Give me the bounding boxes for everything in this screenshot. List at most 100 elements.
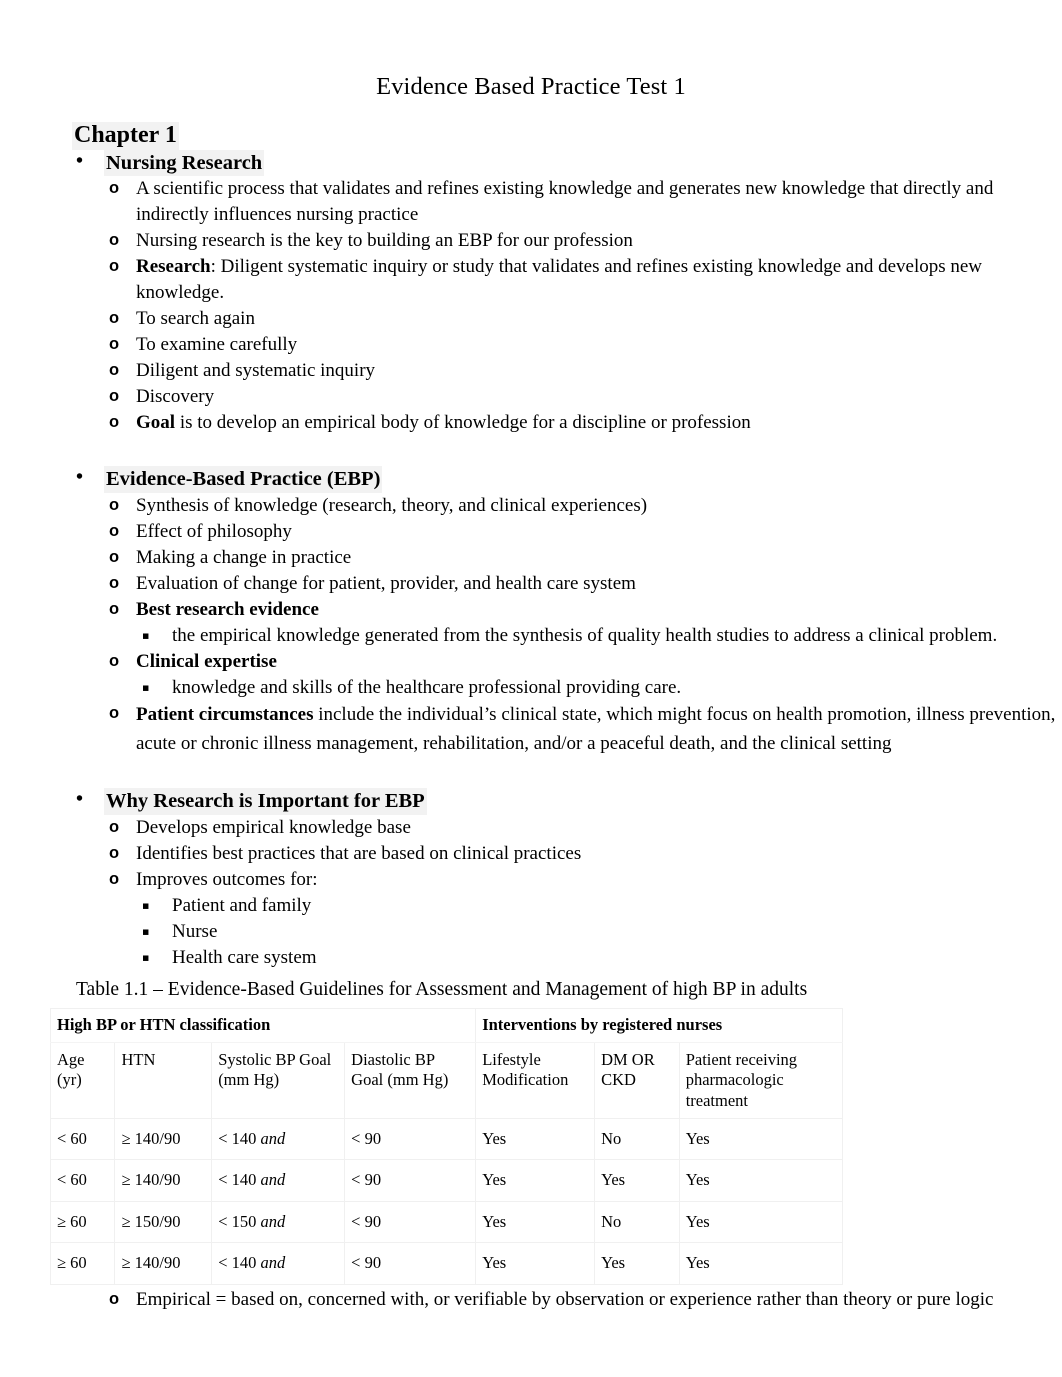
column-header-dm-ckd: DM OR CKD: [594, 1041, 680, 1119]
list-item-bold-lead: Best research evidence: [136, 599, 319, 620]
list-item: o Evaluation of change for patient, prov…: [104, 571, 1062, 597]
cell-age: < 60: [49, 1159, 116, 1202]
section-heading-ebp: • Evidence-Based Practice (EBP): [72, 466, 1062, 493]
chapter-heading-wrap: Chapter 1: [0, 102, 1062, 150]
cell-lifestyle: Yes: [475, 1117, 596, 1161]
bullet-o-icon: o: [109, 335, 120, 354]
cell-diastolic: < 90: [344, 1200, 477, 1244]
list-item-bold-lead: Research: [136, 256, 211, 278]
list-item-text: To search again: [136, 308, 255, 330]
column-header-dm-ckd-line1: DM OR: [601, 1049, 655, 1069]
column-header-dm-ckd-line2: CKD: [601, 1070, 636, 1090]
bullet-o-icon: o: [109, 704, 120, 723]
bullet-o-icon: o: [109, 817, 120, 836]
cell-diastolic: < 90: [344, 1117, 477, 1161]
bullet-o-icon: o: [109, 413, 120, 432]
cell-dm-ckd: No: [594, 1117, 680, 1161]
cell-systolic: < 140 and: [211, 1242, 346, 1285]
list-item-text: Identifies best practices that are based…: [136, 842, 582, 864]
column-header-pharmacologic-line1: Patient receiving: [685, 1049, 798, 1069]
list-item: o Goal is to develop an empirical body o…: [104, 410, 1062, 436]
list-item: o Research: Diligent systematic inquiry …: [104, 254, 1062, 306]
table-row: ≥ 60 ≥ 140/90 < 140 and < 90 Yes Yes Yes: [49, 1242, 844, 1285]
cell-systolic-value: < 140: [218, 1128, 257, 1148]
cell-systolic: < 140 and: [211, 1159, 346, 1202]
cell-systolic-value: < 150: [218, 1211, 257, 1231]
column-header-pharmacologic: Patient receiving pharmacologic treatmen…: [678, 1041, 844, 1119]
list-item: o Synthesis of knowledge (research, theo…: [104, 493, 1062, 519]
column-header-lifestyle-line2: Modification: [482, 1070, 569, 1090]
bullet-square-icon: ▪: [142, 629, 150, 643]
list-item-text: Making a change in practice: [136, 546, 352, 568]
list-item-bold-lead: Clinical expertise: [136, 651, 277, 673]
cell-pharmacologic: Yes: [678, 1242, 844, 1285]
column-header-htn-line1: HTN: [121, 1049, 156, 1069]
column-header-lifestyle-line1: Lifestyle: [482, 1049, 541, 1069]
cell-systolic-conjunction: and: [260, 1211, 286, 1231]
list-item: o Patient circumstances include the indi…: [104, 701, 1062, 758]
cell-age: ≥ 60: [49, 1200, 116, 1244]
list-item-text: Nurse: [172, 920, 218, 942]
list-item-text: Synthesis of knowledge (research, theory…: [136, 494, 648, 516]
cell-systolic-value: < 140: [218, 1253, 257, 1273]
bullet-o-icon: o: [109, 843, 120, 862]
column-header-diastolic-line2: Goal (mm Hg): [351, 1070, 449, 1090]
list-item: o A scientific process that validates an…: [104, 176, 1062, 228]
list-item: o Clinical expertise: [104, 649, 1062, 675]
list-item-text: the empirical knowledge generated from t…: [172, 625, 998, 647]
column-header-htn: HTN: [114, 1041, 213, 1119]
list-item-text: A scientific process that validates and …: [136, 178, 994, 226]
bullet-o-icon: o: [109, 521, 120, 540]
cell-diastolic: < 90: [344, 1159, 477, 1202]
list-item: o Diligent and systematic inquiry: [104, 358, 1062, 384]
table-column-header-row: Age (yr) HTN Systolic BP Goal (mm Hg) Di…: [49, 1041, 844, 1119]
bullet-o-icon: o: [109, 387, 120, 406]
list-item-bold-lead: Goal: [136, 412, 176, 434]
table-caption: Table 1.1 – Evidence-Based Guidelines fo…: [76, 978, 808, 1000]
bullet-square-icon: ▪: [142, 950, 150, 964]
column-header-diastolic-line1: Diastolic BP: [351, 1049, 436, 1069]
section-heading-why-research: • Why Research is Important for EBP: [72, 788, 1062, 815]
list-item: ▪ the empirical knowledge generated from…: [136, 623, 1062, 649]
list-item-text: Develops empirical knowledge base: [136, 816, 411, 838]
cell-pharmacologic: Yes: [678, 1159, 844, 1202]
document-page: Evidence Based Practice Test 1 Chapter 1…: [0, 0, 1062, 1377]
cell-systolic: < 140 and: [211, 1117, 346, 1161]
table-group-header-interventions: Interventions by registered nurses: [475, 1008, 843, 1043]
bullet-square-icon: ▪: [142, 924, 150, 938]
column-header-lifestyle: Lifestyle Modification: [475, 1041, 596, 1119]
table-group-header-row: High BP or HTN classification Interventi…: [49, 1008, 843, 1043]
bullet-square-icon: ▪: [142, 898, 150, 912]
column-header-systolic: Systolic BP Goal (mm Hg): [211, 1041, 346, 1119]
bullet-o-icon: o: [109, 600, 120, 618]
bullet-o-icon: o: [109, 495, 120, 514]
bullet-dot-icon: •: [76, 466, 84, 489]
cell-systolic-conjunction: and: [260, 1253, 286, 1273]
table-row: ≥ 60 ≥ 150/90 < 150 and < 90 Yes No Yes: [49, 1200, 844, 1244]
list-item: ▪ knowledge and skills of the healthcare…: [136, 675, 1062, 701]
list-item-text: Evaluation of change for patient, provid…: [136, 572, 636, 594]
list-item-bold-lead: Patient circumstances: [136, 704, 314, 726]
cell-systolic: < 150 and: [211, 1200, 346, 1244]
chapter-heading: Chapter 1: [72, 121, 179, 150]
list-item: o Best research evidence: [104, 597, 1062, 623]
column-header-age-line2: (yr): [57, 1070, 82, 1090]
list-item-text: Health care system: [172, 946, 317, 968]
bullet-o-icon: o: [109, 257, 120, 276]
section-heading-nursing-research: • Nursing Research: [72, 149, 1062, 177]
cell-pharmacologic: Yes: [678, 1200, 844, 1244]
bullet-o-icon: o: [109, 1289, 120, 1308]
list-item: o Improves outcomes for:: [104, 867, 1062, 893]
list-item-text: knowledge and skills of the healthcare p…: [172, 677, 682, 699]
cell-htn: ≥ 140/90: [114, 1242, 213, 1285]
cell-systolic-conjunction: and: [260, 1128, 286, 1148]
list-item-text: To examine carefully: [136, 334, 298, 356]
cell-age: ≥ 60: [49, 1242, 116, 1285]
list-item-text: : Diligent systematic inquiry or study t…: [136, 256, 983, 304]
section-heading-label: Evidence-Based Practice (EBP): [104, 466, 383, 493]
bullet-dot-icon: •: [76, 788, 84, 811]
list-item-text: Improves outcomes for:: [136, 868, 318, 890]
bullet-o-icon: o: [109, 573, 120, 592]
list-item: o Discovery: [104, 384, 1062, 410]
cell-diastolic: < 90: [344, 1242, 477, 1285]
